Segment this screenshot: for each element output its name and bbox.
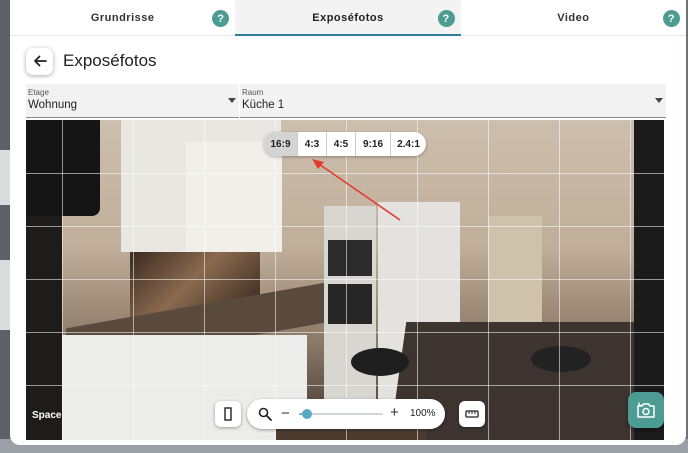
raum-label: Raum [242,88,264,97]
grid-line [26,173,664,174]
camera-rotate-icon [637,402,655,418]
chevron-down-icon [655,98,663,103]
tab-exposefotos[interactable]: Exposéfotos ? [235,0,461,36]
zoom-control: − + 100% [247,399,445,429]
grid-line [346,120,347,440]
help-icon[interactable]: ? [212,10,230,27]
back-button[interactable] [26,47,53,75]
grid-line [275,120,276,440]
photo-detail [531,346,591,372]
tab-grundrisse[interactable]: Grundrisse ? [10,0,235,35]
grid-line [26,279,664,280]
photo-detail [328,240,372,276]
help-icon[interactable]: ? [437,10,455,27]
portrait-toggle-button[interactable] [215,401,241,427]
photo-detail [26,120,100,216]
help-icon[interactable]: ? [662,10,680,27]
ruler-button[interactable] [459,401,485,427]
chevron-down-icon [228,98,236,103]
grid-line [133,120,134,440]
grid-line [26,385,664,386]
ratio-option-9-16[interactable]: 9:16 [355,132,390,156]
zoom-percentage: 100% [410,408,436,419]
page-header: Exposéfotos [26,47,157,75]
photo-detail [186,142,282,252]
search-icon [258,407,272,421]
tab-label: Grundrisse [90,11,155,24]
arrow-left-icon [33,55,47,67]
raum-value: Küche 1 [242,99,285,111]
tab-video[interactable]: Video ? [461,0,686,35]
photo-detail [328,284,372,324]
grid-line [62,120,63,440]
zoom-out-button[interactable]: − [281,405,290,422]
expose-photo-dialog: Grundrisse ? Exposéfotos ? Video ? Expos… [10,0,686,445]
tab-bar: Grundrisse ? Exposéfotos ? Video ? [10,0,686,36]
grid-line [488,120,489,440]
page-title: Exposéfotos [63,51,157,70]
zoom-slider[interactable] [299,409,383,419]
ratio-option-2-4-1[interactable]: 2.4:1 [390,132,426,156]
photo-detail [351,348,409,376]
ruler-icon [465,410,479,418]
photo-editor-canvas[interactable]: 16:9 4:3 4:5 9:16 2.4:1 Space − + 100% [26,120,664,440]
grid-line [26,226,664,227]
grid-line [204,120,205,440]
tab-label: Video [557,11,590,24]
grid-line [417,120,418,440]
space-label: Space [32,410,62,421]
etage-select[interactable]: Etage Wohnung [26,84,239,118]
portrait-frame-icon [224,407,232,421]
ratio-option-4-3[interactable]: 4:3 [297,132,326,156]
raum-select[interactable]: Raum Küche 1 [240,84,666,118]
zoom-slider-thumb[interactable] [302,409,313,419]
grid-line [26,332,664,333]
grid-line [630,120,631,440]
ratio-option-4-5[interactable]: 4:5 [326,132,355,156]
etage-label: Etage [28,88,49,97]
etage-value: Wohnung [28,99,78,111]
tab-label: Exposéfotos [312,11,384,24]
zoom-in-button[interactable]: + [390,404,399,421]
capture-photo-button[interactable] [628,392,664,428]
aspect-ratio-selector: 16:9 4:3 4:5 9:16 2.4:1 [264,132,426,156]
filter-row: Etage Wohnung Raum Küche 1 [26,84,666,118]
grid-line [559,120,560,440]
ratio-option-16-9[interactable]: 16:9 [264,132,297,156]
